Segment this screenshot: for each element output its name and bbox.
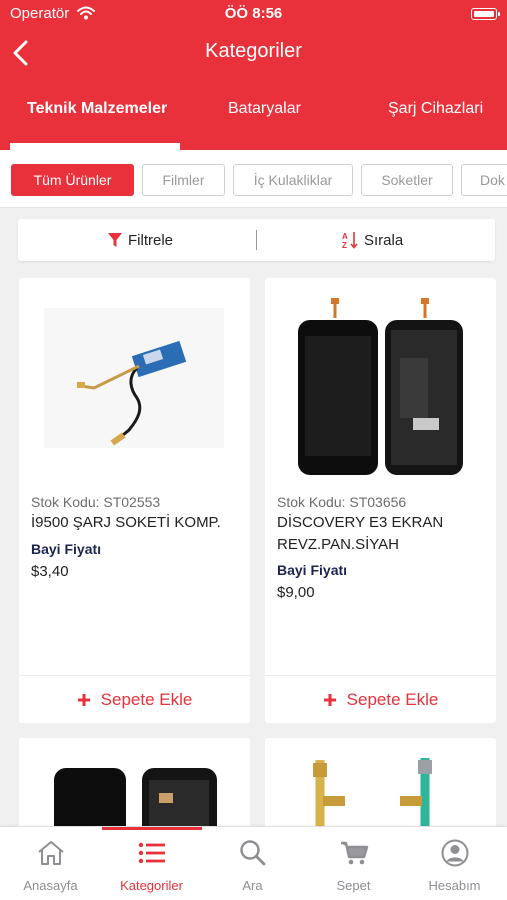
svg-text:Z: Z [342,241,347,249]
tab-teknik-malzemeler[interactable]: Teknik Malzemeler [27,100,167,118]
sort-az-icon: A Z [342,232,358,249]
search-icon [240,840,266,866]
product-image [313,758,432,838]
app-header: Operatör ÖÖ 8:56 Kategoriler Teknik Malz… [0,0,507,150]
price-label: Bayi Fiyatı [277,562,348,578]
product-card[interactable] [265,738,496,838]
subcategory-chips: Tüm Ürünler Filmler İç Kulakliklar Soket… [0,150,507,208]
product-name: İ9500 ŞARJ SOKETİ KOMP. [31,514,221,531]
battery-icon [471,8,500,20]
tabbar-label: Ara [242,878,263,893]
list-icon [138,842,165,864]
category-tabs: Teknik Malzemeler Bataryalar Şarj Cihazl… [0,100,507,130]
status-bar: Operatör ÖÖ 8:56 [0,5,507,23]
add-to-cart-label: Sepete Ekle [346,689,439,709]
add-to-cart-button[interactable]: Sepete Ekle [19,675,250,723]
tabbar-item-categories[interactable]: Kategoriler [101,827,202,900]
tabbar-item-home[interactable]: Anasayfa [0,827,101,900]
tabbar-label: Kategoriler [120,878,183,893]
chip-soketler[interactable]: Soketler [361,164,453,196]
chip-ic-kulakliklar[interactable]: İç Kulakliklar [233,164,353,196]
clock: ÖÖ 8:56 [224,5,283,22]
toolbar-divider [256,230,257,250]
stock-code: Stok Kodu: ST02553 [31,494,161,510]
bottom-tab-bar: Anasayfa Kategoriler Ara Sepet Hesabım [0,826,507,900]
user-circle-icon [441,839,469,867]
product-image [298,298,463,475]
home-icon [38,841,64,865]
product-card[interactable] [19,738,250,838]
tabbar-item-search[interactable]: Ara [202,827,303,900]
tab-sarj-cihazlari[interactable]: Şarj Cihazlari [388,100,483,118]
plus-icon [323,693,336,706]
active-tab-indicator [10,143,180,150]
chip-tum-urunler[interactable]: Tüm Ürünler [11,164,134,196]
tabbar-item-account[interactable]: Hesabım [404,827,505,900]
plus-icon [77,693,90,706]
tabbar-item-cart[interactable]: Sepet [303,827,404,900]
product-image [44,308,224,448]
tabbar-label: Hesabım [428,878,481,893]
filter-button[interactable]: Filtrele [108,219,173,261]
svg-text:A: A [342,232,348,241]
chip-dok[interactable]: Dok [461,164,507,196]
product-price: $9,00 [277,584,315,601]
chip-filmler[interactable]: Filmler [142,164,225,196]
product-price: $3,40 [31,563,69,580]
add-to-cart-button[interactable]: Sepete Ekle [265,675,496,723]
tab-bataryalar[interactable]: Bataryalar [228,100,301,118]
filter-label: Filtrele [128,231,174,249]
product-card[interactable]: Stok Kodu: ST03656 DİSCOVERY E3 EKRAN RE… [265,278,496,723]
price-label: Bayi Fiyatı [31,541,102,557]
funnel-icon [108,233,122,247]
sort-label: Sırala [364,231,404,249]
product-image [54,768,217,838]
product-name: DİSCOVERY E3 EKRAN REVZ.PAN.SİYAH [277,514,444,553]
product-card[interactable]: Stok Kodu: ST02553 İ9500 ŞARJ SOKETİ KOM… [19,278,250,723]
add-to-cart-label: Sepete Ekle [100,689,193,709]
cart-icon [341,841,369,865]
filter-sort-bar: Filtrele A Z Sırala [18,219,495,261]
tabbar-label: Anasayfa [23,878,78,893]
tabbar-label: Sepet [336,878,371,893]
page-title: Kategoriler [205,40,302,62]
sort-button[interactable]: A Z Sırala [342,219,403,261]
stock-code: Stok Kodu: ST03656 [277,494,407,510]
